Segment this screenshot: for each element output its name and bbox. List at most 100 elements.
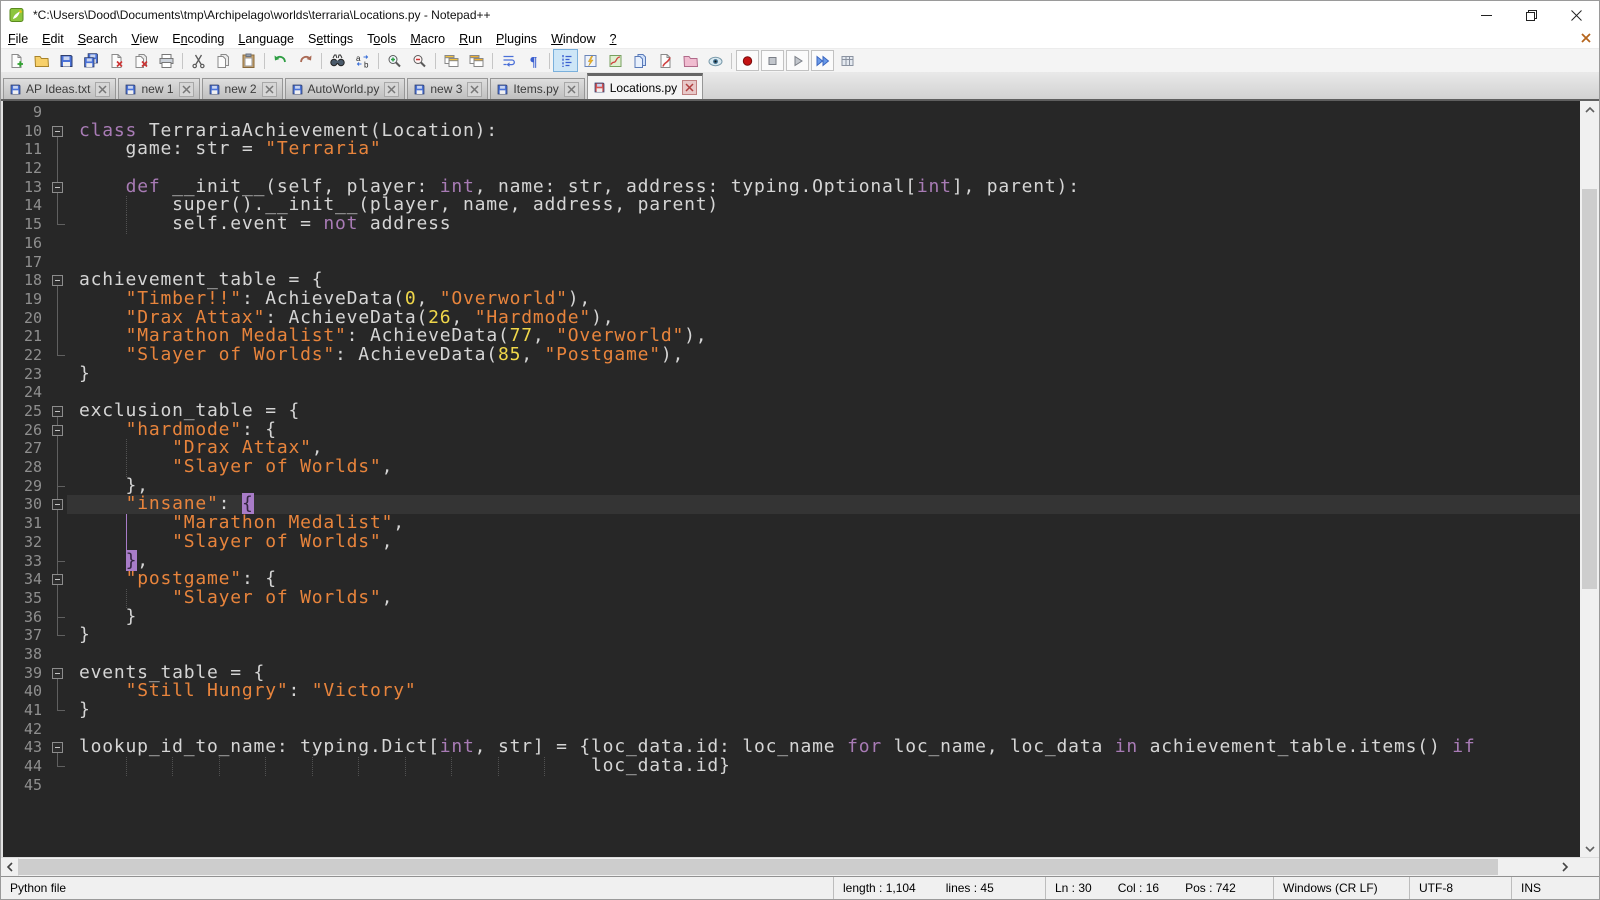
scroll-up-arrow[interactable] (1580, 101, 1599, 118)
menu-help[interactable]: ? (603, 31, 624, 47)
vertical-scroll-thumb[interactable] (1582, 189, 1597, 589)
tab-ap-ideas-txt[interactable]: AP Ideas.txt (3, 78, 116, 99)
menu-run[interactable]: Run (452, 31, 489, 47)
macro-record-icon[interactable] (736, 50, 759, 71)
fold-marker[interactable] (49, 178, 67, 197)
save-all-icon[interactable] (79, 49, 104, 72)
scroll-down-arrow[interactable] (1580, 840, 1599, 857)
tab-items-py[interactable]: Items.py (490, 78, 584, 99)
find-icon[interactable] (325, 49, 350, 72)
indent-guide-icon[interactable] (553, 49, 578, 72)
view-current-file-icon[interactable] (703, 49, 728, 72)
function-list-icon[interactable] (578, 49, 603, 72)
code-line-11[interactable]: 11 game: str = "Terraria" (3, 140, 1580, 159)
show-all-characters-icon[interactable]: ¶ (521, 49, 546, 72)
code-line-45[interactable]: 45 (3, 776, 1580, 795)
code-line-22[interactable]: 22 "Slayer of Worlds": AchieveData(85, "… (3, 346, 1580, 365)
code-line-41[interactable]: 41} (3, 701, 1580, 720)
sync-vertical-scrolling-icon[interactable] (439, 49, 464, 72)
tab-close-icon[interactable] (682, 80, 697, 95)
macro-stop-icon[interactable] (761, 50, 784, 71)
code-text: game: str = "Terraria" (67, 140, 1580, 159)
tab-autoworld-py[interactable]: AutoWorld.py (285, 78, 406, 99)
sync-horizontal-scrolling-icon[interactable] (464, 49, 489, 72)
menu-search[interactable]: Search (71, 31, 125, 47)
status-line: Ln : 30 (1055, 881, 1092, 895)
tab-close-icon[interactable] (384, 82, 399, 97)
document-list-icon[interactable] (628, 49, 653, 72)
tab-new-1[interactable]: new 1 (118, 78, 199, 99)
code-line-32[interactable]: 32 "Slayer of Worlds", (3, 533, 1580, 552)
project-panel-icon[interactable] (678, 49, 703, 72)
tab-close-icon[interactable] (262, 82, 277, 97)
close-all-icon[interactable] (129, 49, 154, 72)
macro-save-icon[interactable] (835, 49, 860, 72)
tab-close-icon[interactable] (95, 82, 110, 97)
tab-new-3[interactable]: new 3 (407, 78, 488, 99)
menu-view[interactable]: View (124, 31, 165, 47)
menu-language[interactable]: Language (231, 31, 301, 47)
close-button[interactable] (1554, 1, 1599, 29)
copy-icon[interactable] (211, 49, 236, 72)
code-line-28[interactable]: 28 "Slayer of Worlds", (3, 458, 1580, 477)
save-file-icon[interactable] (54, 49, 79, 72)
macro-play-icon[interactable] (786, 50, 809, 71)
vertical-scrollbar[interactable] (1580, 101, 1599, 857)
fold-marker[interactable] (49, 402, 67, 421)
cut-icon[interactable] (186, 49, 211, 72)
menu-tools[interactable]: Tools (360, 31, 403, 47)
restore-button[interactable] (1509, 1, 1554, 29)
code-area[interactable]: 910class TerrariaAchievement(Location):1… (3, 101, 1580, 857)
code-line-15[interactable]: 15 self.event = not address (3, 215, 1580, 234)
tab-label: AutoWorld.py (308, 82, 380, 96)
scroll-left-arrow[interactable] (1, 858, 19, 876)
tab-close-icon[interactable] (564, 82, 579, 97)
fold-marker[interactable] (49, 271, 67, 290)
close-document-icon[interactable] (1579, 31, 1593, 45)
horizontal-scrollbar[interactable] (1, 858, 1573, 876)
monitoring-icon[interactable] (653, 49, 678, 72)
menu-plugins[interactable]: Plugins (489, 31, 544, 47)
macro-run-multiple-icon[interactable] (811, 50, 834, 71)
code-line-35[interactable]: 35 "Slayer of Worlds", (3, 589, 1580, 608)
scroll-right-arrow[interactable] (1556, 858, 1573, 876)
paste-icon[interactable] (236, 49, 261, 72)
tab-locations-py[interactable]: Locations.py (587, 73, 703, 99)
zoom-out-icon[interactable] (407, 49, 432, 72)
code-line-37[interactable]: 37} (3, 626, 1580, 645)
minimize-button[interactable] (1464, 1, 1509, 29)
menu-encoding[interactable]: Encoding (165, 31, 231, 47)
tab-new-2[interactable]: new 2 (202, 78, 283, 99)
zoom-in-icon[interactable] (382, 49, 407, 72)
menu-settings[interactable]: Settings (301, 31, 360, 47)
redo-icon[interactable] (293, 49, 318, 72)
fold-marker[interactable] (49, 570, 67, 589)
code-line-44[interactable]: 44 loc_data.id} (3, 757, 1580, 776)
undo-icon[interactable] (268, 49, 293, 72)
print-icon[interactable] (154, 49, 179, 72)
fold-marker[interactable] (49, 664, 67, 683)
document-map-icon[interactable] (603, 49, 628, 72)
tab-close-icon[interactable] (467, 82, 482, 97)
code-line-23[interactable]: 23} (3, 365, 1580, 384)
fold-marker[interactable] (49, 738, 67, 757)
menu-window[interactable]: Window (544, 31, 602, 47)
code-text: }, (67, 477, 1580, 496)
tab-close-icon[interactable] (179, 82, 194, 97)
horizontal-scroll-thumb[interactable] (18, 859, 1498, 875)
close-file-icon[interactable] (104, 49, 129, 72)
fold-marker[interactable] (49, 421, 67, 440)
fold-marker[interactable] (49, 495, 67, 514)
code-line-40[interactable]: 40 "Still Hungry": "Victory" (3, 682, 1580, 701)
open-file-icon[interactable] (29, 49, 54, 72)
new-file-icon[interactable] (4, 49, 29, 72)
menu-macro[interactable]: Macro (403, 31, 452, 47)
menu-file[interactable]: File (1, 31, 35, 47)
menu-edit[interactable]: Edit (35, 31, 71, 47)
replace-icon[interactable]: ab (350, 49, 375, 72)
word-wrap-icon[interactable] (496, 49, 521, 72)
fold-marker[interactable] (49, 122, 67, 141)
code-line-36[interactable]: 36 } (3, 608, 1580, 627)
code-line-16[interactable]: 16 (3, 234, 1580, 253)
line-number: 34 (3, 570, 49, 589)
